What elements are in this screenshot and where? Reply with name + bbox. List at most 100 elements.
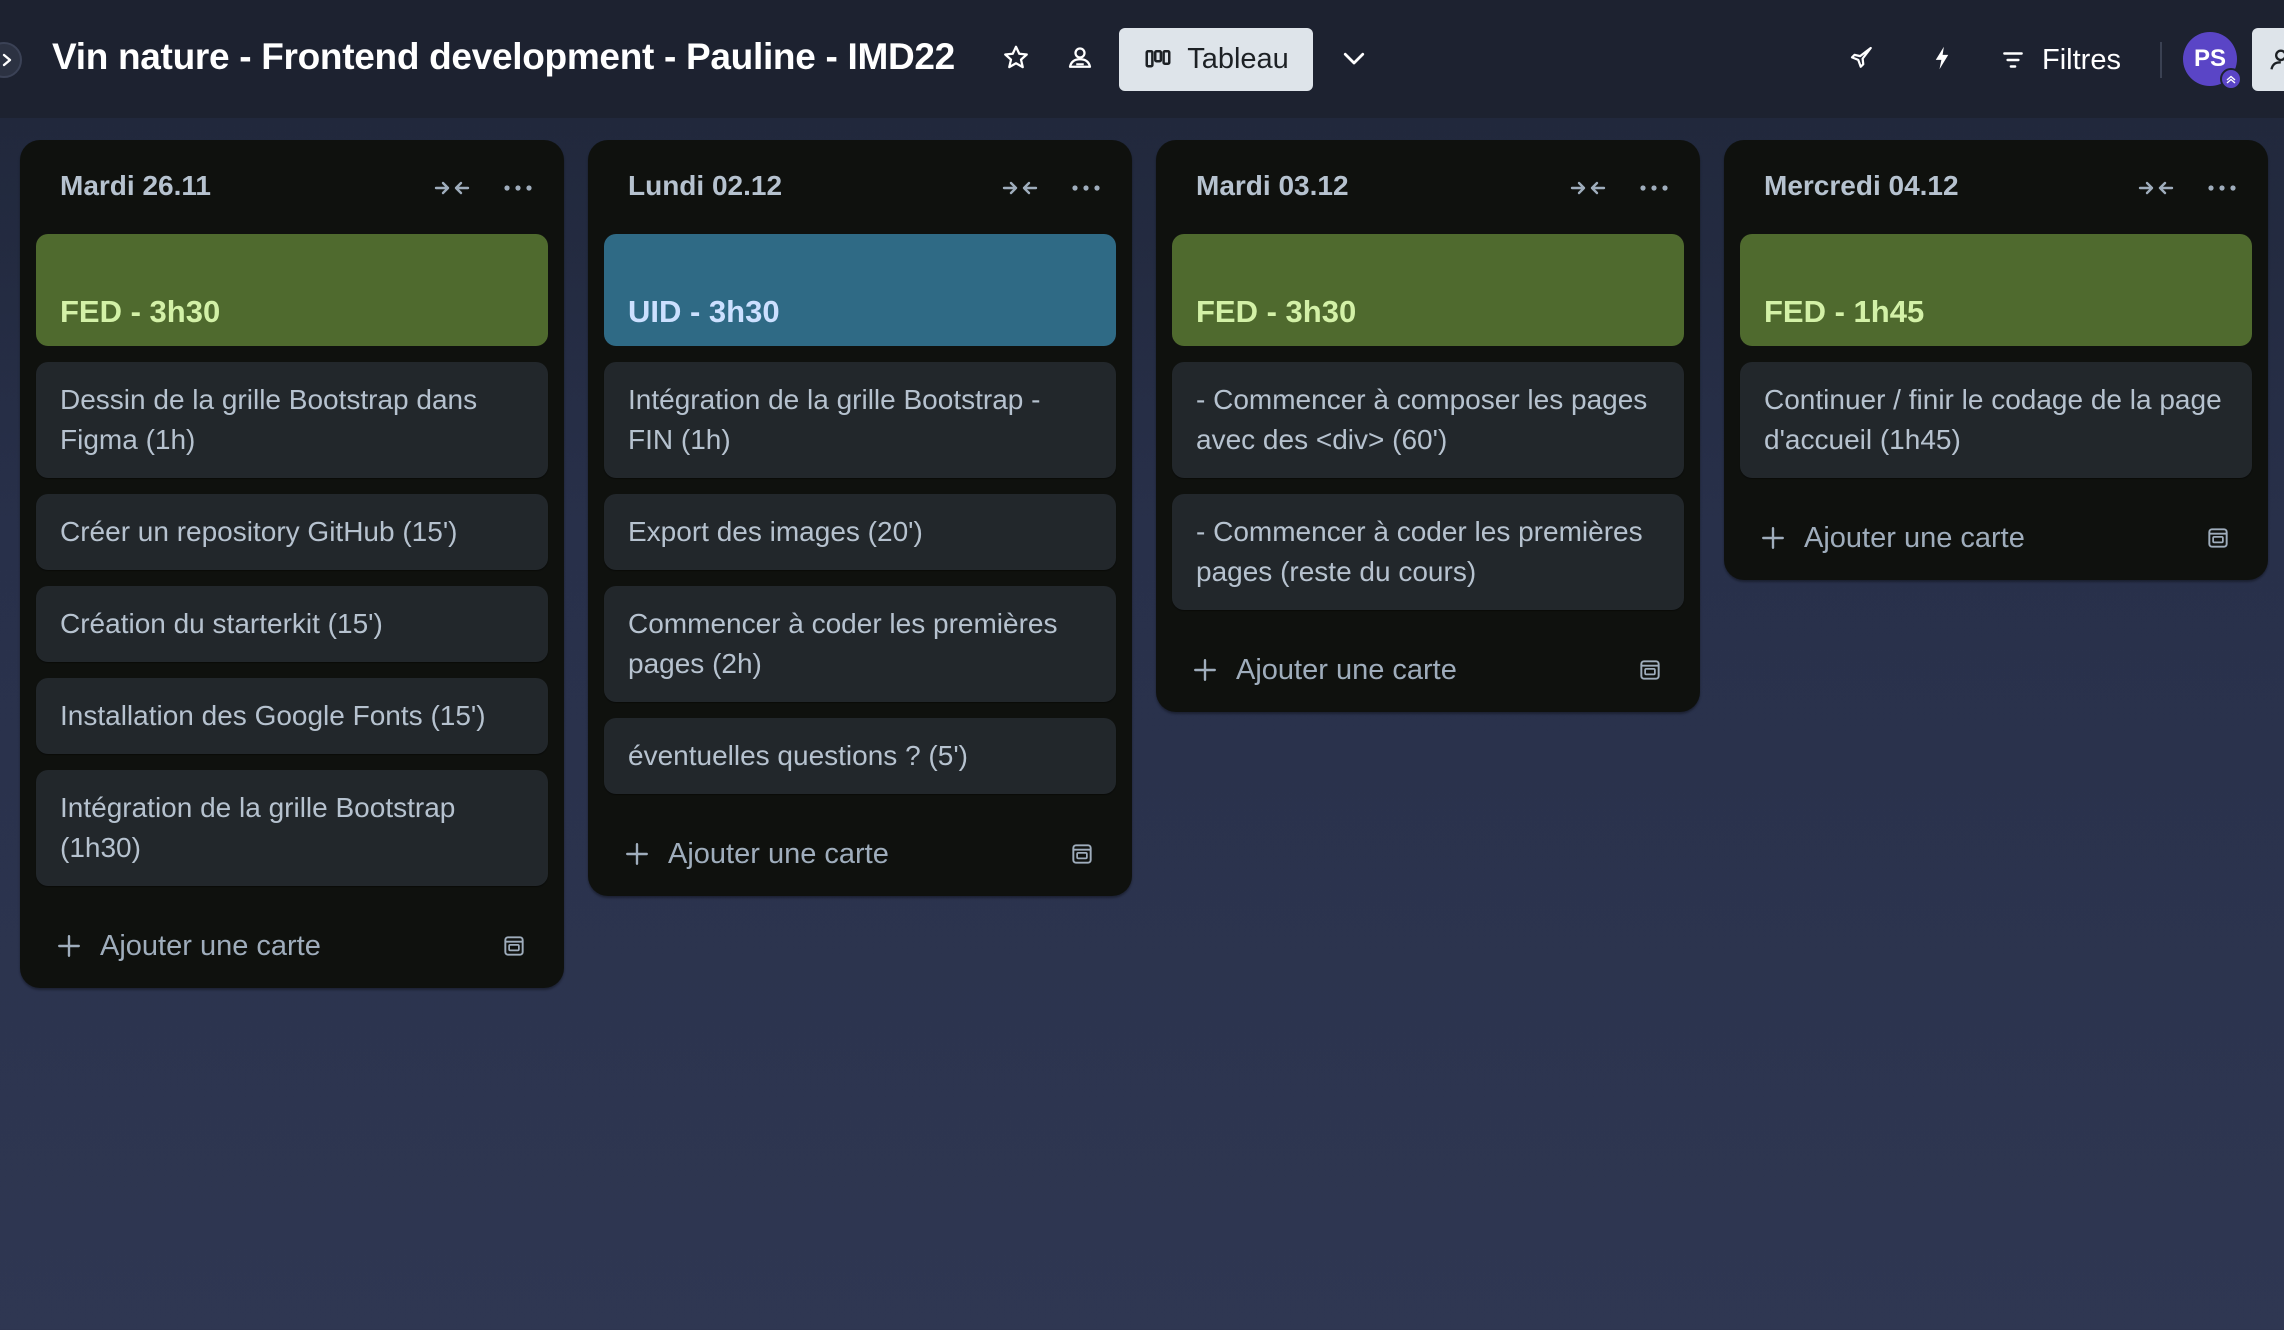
create-from-template-button[interactable]: [1634, 654, 1666, 686]
card[interactable]: Export des images (20'): [604, 494, 1116, 570]
cover-card[interactable]: FED - 3h30: [1172, 234, 1684, 346]
card-template-icon: [1640, 660, 1660, 680]
share-button[interactable]: [2252, 28, 2284, 91]
card[interactable]: éventuelles questions ? (5'): [604, 718, 1116, 794]
add-card-label: Ajouter une carte: [668, 837, 889, 870]
filters-label: Filtres: [2042, 43, 2121, 76]
more-horizontal-icon: [1640, 185, 1668, 191]
list-header[interactable]: Mardi 26.11: [20, 140, 564, 234]
add-card-button[interactable]: Ajouter une carte: [56, 924, 321, 968]
collapse-list-button[interactable]: [1000, 172, 1040, 204]
card[interactable]: - Commencer à coder les premières pages …: [1172, 494, 1684, 610]
cover-card[interactable]: UID - 3h30: [604, 234, 1116, 346]
list-3: Mardi 03.12 FED - 3h30 - Commencer à com…: [1156, 140, 1700, 712]
board-view-label: Tableau: [1187, 43, 1289, 75]
board-header: Vin nature - Frontend development - Paul…: [0, 0, 2284, 118]
list-header[interactable]: Mardi 03.12: [1156, 140, 1700, 234]
card[interactable]: Continuer / finir le codage de la page d…: [1740, 362, 2252, 478]
collapse-arrows-icon: [1002, 181, 1038, 195]
rocket-icon: [1850, 46, 1872, 68]
card-list: UID - 3h30 Intégration de la grille Boot…: [588, 234, 1132, 794]
card[interactable]: Dessin de la grille Bootstrap dans Figma…: [36, 362, 548, 478]
list-actions-button[interactable]: [1634, 172, 1674, 204]
list-footer: Ajouter une carte: [20, 902, 564, 988]
expand-sidebar-button[interactable]: [0, 42, 22, 78]
plus-icon: [1762, 527, 1784, 549]
chevron-right-icon: [2, 53, 12, 67]
admin-badge: [2220, 68, 2242, 90]
list-4: Mercredi 04.12 FED - 1h45 Continuer / fi…: [1724, 140, 2268, 580]
card[interactable]: Intégration de la grille Bootstrap - FIN…: [604, 362, 1116, 478]
create-from-template-button[interactable]: [498, 930, 530, 962]
collapse-list-button[interactable]: [432, 172, 472, 204]
card[interactable]: Installation des Google Fonts (15'): [36, 678, 548, 754]
collapse-arrows-icon: [1570, 181, 1606, 195]
filters-button[interactable]: Filtres: [2000, 36, 2121, 84]
card[interactable]: - Commencer à composer les pages avec de…: [1172, 362, 1684, 478]
cover-card-label: FED - 1h45: [1764, 294, 1925, 329]
cover-card-label: FED - 3h30: [1196, 294, 1357, 329]
lightning-icon: [1935, 46, 1949, 70]
visibility-button[interactable]: [1060, 38, 1100, 78]
view-switcher-dropdown[interactable]: [1334, 38, 1374, 78]
card[interactable]: Commencer à coder les premières pages (2…: [604, 586, 1116, 702]
collapse-arrows-icon: [434, 181, 470, 195]
add-card-label: Ajouter une carte: [1236, 653, 1457, 686]
add-card-label: Ajouter une carte: [100, 929, 321, 962]
board-title[interactable]: Vin nature - Frontend development - Paul…: [52, 36, 955, 78]
add-card-button[interactable]: Ajouter une carte: [1192, 648, 1457, 692]
card-list: FED - 1h45 Continuer / finir le codage d…: [1724, 234, 2268, 478]
cover-card[interactable]: FED - 3h30: [36, 234, 548, 346]
plus-icon: [58, 935, 80, 957]
card[interactable]: Créer un repository GitHub (15'): [36, 494, 548, 570]
power-ups-button[interactable]: [1842, 38, 1882, 78]
list-actions-button[interactable]: [498, 172, 538, 204]
more-horizontal-icon: [2208, 185, 2236, 191]
star-board-button[interactable]: [996, 38, 1036, 78]
list-header[interactable]: Mercredi 04.12: [1724, 140, 2268, 234]
header-divider: [2160, 42, 2162, 78]
card-template-icon: [2208, 528, 2228, 548]
chevrons-up-icon: [2226, 75, 2236, 84]
more-horizontal-icon: [1072, 185, 1100, 191]
list-footer: Ajouter une carte: [1724, 494, 2268, 580]
list-title[interactable]: Mardi 03.12: [1196, 170, 1349, 202]
create-from-template-button[interactable]: [2202, 522, 2234, 554]
filter-icon: [2003, 52, 2023, 68]
chevron-down-icon: [1343, 52, 1365, 65]
add-card-label: Ajouter une carte: [1804, 521, 2025, 554]
card-list: FED - 3h30 Dessin de la grille Bootstrap…: [20, 234, 564, 886]
collapse-list-button[interactable]: [1568, 172, 1608, 204]
list-title[interactable]: Lundi 02.12: [628, 170, 782, 202]
card[interactable]: Intégration de la grille Bootstrap (1h30…: [36, 770, 548, 886]
create-from-template-button[interactable]: [1066, 838, 1098, 870]
board-view-icon: [1145, 49, 1171, 67]
more-horizontal-icon: [504, 185, 532, 191]
card[interactable]: Création du starterkit (15'): [36, 586, 548, 662]
list-actions-button[interactable]: [2202, 172, 2242, 204]
list-title[interactable]: Mercredi 04.12: [1764, 170, 1959, 202]
list-header[interactable]: Lundi 02.12: [588, 140, 1132, 234]
cover-card-label: FED - 3h30: [60, 294, 221, 329]
add-card-button[interactable]: Ajouter une carte: [1760, 516, 2025, 560]
star-icon: [1004, 45, 1028, 69]
card-list: FED - 3h30 - Commencer à composer les pa…: [1156, 234, 1700, 610]
board-view-button[interactable]: Tableau: [1119, 28, 1313, 91]
collapse-list-button[interactable]: [2136, 172, 2176, 204]
automation-button[interactable]: [1922, 38, 1962, 78]
list-actions-button[interactable]: [1066, 172, 1106, 204]
list-footer: Ajouter une carte: [588, 810, 1132, 896]
add-card-button[interactable]: Ajouter une carte: [624, 832, 889, 876]
list-2: Lundi 02.12 UID - 3h30 Intégration de la…: [588, 140, 1132, 896]
plus-icon: [626, 843, 648, 865]
plus-icon: [1194, 659, 1216, 681]
list-1: Mardi 26.11 FED - 3h30 Dessin de la gril…: [20, 140, 564, 988]
collapse-arrows-icon: [2138, 181, 2174, 195]
list-footer: Ajouter une carte: [1156, 626, 1700, 712]
cover-card[interactable]: FED - 1h45: [1740, 234, 2252, 346]
cover-card-label: UID - 3h30: [628, 294, 780, 329]
list-title[interactable]: Mardi 26.11: [60, 170, 211, 202]
person-add-icon: [2270, 49, 2284, 70]
workspace-visibility-icon: [1068, 47, 1092, 68]
card-template-icon: [504, 936, 524, 956]
